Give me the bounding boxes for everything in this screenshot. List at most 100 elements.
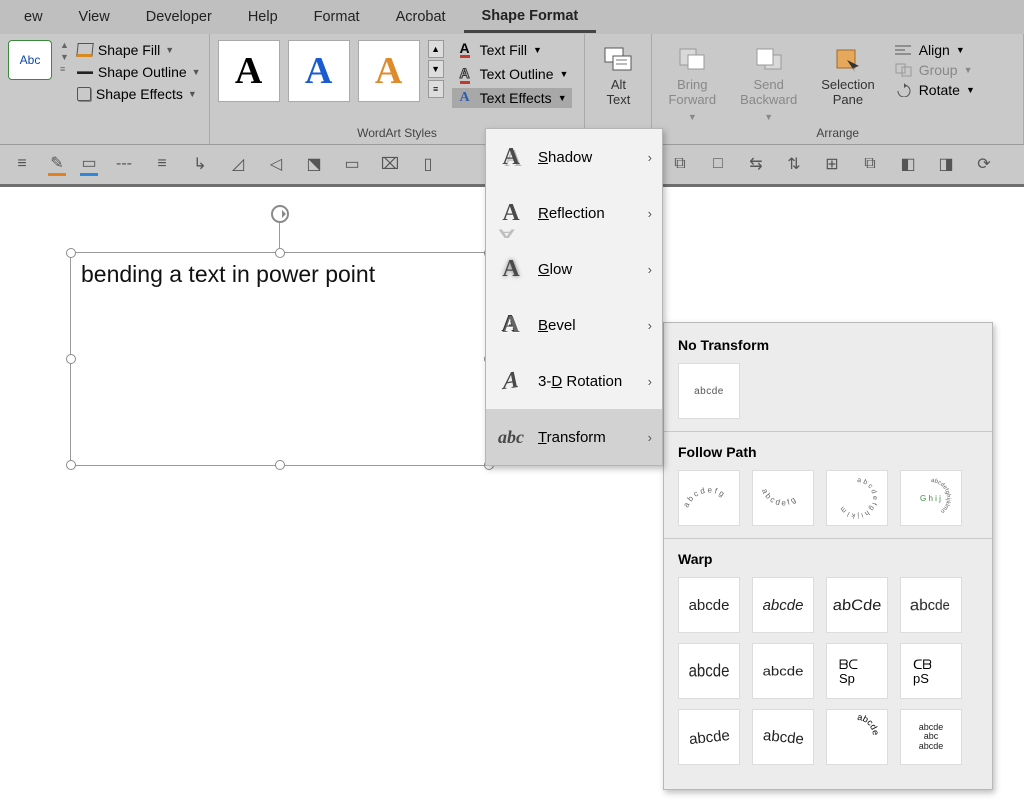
fx-transform[interactable]: abc Transform› [486, 409, 662, 465]
wordart-gallery[interactable]: A A A [218, 40, 420, 102]
textbox-text[interactable]: bending a text in power point [71, 253, 489, 296]
alt-text-button[interactable]: Alt Text [593, 40, 643, 108]
warp-7[interactable]: ᗷᑕSp [826, 643, 888, 699]
resize-handle-bm[interactable] [275, 460, 285, 470]
warp-11[interactable]: abcde [826, 709, 888, 765]
tab-shape-format[interactable]: Shape Format [464, 2, 597, 33]
align-left-icon[interactable]: ≡ [10, 152, 34, 176]
align-icon [895, 43, 913, 57]
distribute-v-icon[interactable]: ⇅ [782, 152, 806, 176]
wordart-thumb-blue[interactable]: A [288, 40, 350, 102]
tab-acrobat[interactable]: Acrobat [378, 3, 464, 31]
selection-pane-button[interactable]: Selection Pane [813, 40, 882, 108]
align-button[interactable]: Align▼ [895, 42, 975, 58]
send-backward-button[interactable]: Send Backward ▼ [732, 40, 805, 122]
rotate-button[interactable]: Rotate▼ [895, 82, 975, 98]
ink-color-icon[interactable]: ✎ [48, 152, 66, 176]
crop-icon[interactable]: ⧉ [668, 152, 692, 176]
warp-1[interactable]: abcde [678, 577, 740, 633]
flip-h-icon[interactable]: ◁ [264, 152, 288, 176]
fx-bevel[interactable]: A Bevel› [486, 297, 662, 353]
arrow-icon[interactable]: ↳ [188, 152, 212, 176]
square-icon[interactable]: □ [706, 152, 730, 176]
fx-shadow[interactable]: A Shadow› [486, 129, 662, 185]
tab-developer[interactable]: Developer [128, 3, 230, 31]
bring-forward-button[interactable]: Bring Forward ▼ [660, 40, 724, 122]
flip-v-icon[interactable]: ⬔ [302, 152, 326, 176]
section-no-transform: No Transform [678, 337, 978, 353]
tab-help[interactable]: Help [230, 3, 296, 31]
warp-3[interactable]: abCde [826, 577, 888, 633]
svg-text:a b c d e f g: a b c d e f g [760, 487, 797, 507]
transform-none[interactable]: abcde [678, 363, 740, 419]
rotate-handle[interactable] [271, 205, 289, 223]
resize-handle-bl[interactable] [66, 460, 76, 470]
warp-6[interactable]: abcde [752, 643, 814, 699]
dash-style-icon[interactable]: --- [112, 152, 136, 176]
resize-handle-ml[interactable] [66, 354, 76, 364]
text-icon[interactable]: ⌧ [378, 152, 402, 176]
shape-fill-button[interactable]: Shape Fill▼ [77, 40, 201, 60]
send-back-small-icon[interactable]: ◨ [934, 152, 958, 176]
svg-text:ᗷᑕ: ᗷᑕ [839, 657, 858, 672]
selection-pane-icon [831, 44, 865, 74]
text-outline-button[interactable]: A Text Outline▼ [452, 63, 573, 85]
warp-4[interactable]: abcde [900, 577, 962, 633]
svg-text:a b c d e f g: a b c d e f g [682, 486, 726, 509]
spacing-icon[interactable]: ⊞ [820, 152, 844, 176]
text-effects-button[interactable]: A Text Effects▼ [452, 88, 573, 108]
tab-view[interactable]: View [61, 3, 128, 31]
warp-5[interactable]: abcde [678, 643, 740, 699]
line-list-icon[interactable]: ≡ [150, 152, 174, 176]
warp-8[interactable]: ᑕᗷpS [900, 643, 962, 699]
svg-text:pS: pS [913, 671, 929, 686]
path-circle[interactable]: a b c d e f g h i j k l m [826, 470, 888, 526]
fx-3d-rotation[interactable]: A 3-D Rotation› [486, 353, 662, 409]
tab-format[interactable]: Format [296, 3, 378, 31]
reflection-icon: AA [498, 199, 524, 227]
glow-icon: A [498, 255, 524, 283]
section-follow-path: Follow Path [678, 444, 978, 460]
text-fill-button[interactable]: A Text Fill▼ [452, 40, 573, 60]
resize-handle-tm[interactable] [275, 248, 285, 258]
outline-color-icon[interactable]: ▭ [80, 152, 98, 176]
svg-text:ᑕᗷ: ᑕᗷ [913, 657, 932, 672]
shadow-icon: A [498, 143, 524, 171]
shape-triangle-icon[interactable]: ◿ [226, 152, 250, 176]
wordart-thumb-black[interactable]: A [218, 40, 280, 102]
wordart-scroll[interactable]: ▲▼≡ [428, 40, 444, 98]
group-button[interactable]: Group▼ [895, 62, 975, 78]
section-warp: Warp [678, 551, 978, 567]
menubar: ew View Developer Help Format Acrobat Sh… [0, 0, 1024, 34]
rotate-icon [895, 83, 913, 97]
path-button[interactable]: abcdefghijklmnG h i j [900, 470, 962, 526]
warp-10[interactable]: abcde [752, 709, 814, 765]
path-arch-down[interactable]: a b c d e f g [752, 470, 814, 526]
wordart-thumb-orange[interactable]: A [358, 40, 420, 102]
warp-9[interactable]: abcde [678, 709, 740, 765]
warp-2[interactable]: abcde [752, 577, 814, 633]
warp-12[interactable]: abcdeabcabcde [900, 709, 962, 765]
border-icon[interactable]: ▯ [416, 152, 440, 176]
resize-handle-tl[interactable] [66, 248, 76, 258]
bring-forward-icon [675, 44, 709, 74]
fx-glow[interactable]: A Glow› [486, 241, 662, 297]
transform-icon: abc [498, 423, 524, 451]
distribute-h-icon[interactable]: ⇆ [744, 152, 768, 176]
shape-effects-button[interactable]: Shape Effects▼ [77, 84, 201, 104]
bring-front-small-icon[interactable]: ◧ [896, 152, 920, 176]
group-small-icon[interactable]: ⧉ [858, 152, 882, 176]
svg-text:abcde: abcde [857, 715, 881, 736]
pen-icon [77, 71, 93, 74]
svg-text:Sp: Sp [839, 671, 855, 686]
rotate-small-icon[interactable]: ⟳ [972, 152, 996, 176]
group-icon [895, 63, 913, 77]
shape-outline-button[interactable]: Shape Outline▼ [77, 62, 201, 82]
bucket-icon [76, 43, 93, 57]
path-arch-up[interactable]: a b c d e f g [678, 470, 740, 526]
fx-reflection[interactable]: AA Reflection› [486, 185, 662, 241]
rect-icon[interactable]: ▭ [340, 152, 364, 176]
tab-partial-ew[interactable]: ew [6, 3, 61, 31]
textbox-shape[interactable]: bending a text in power point [70, 252, 490, 466]
shape-style-preset[interactable]: Abc [8, 40, 52, 80]
